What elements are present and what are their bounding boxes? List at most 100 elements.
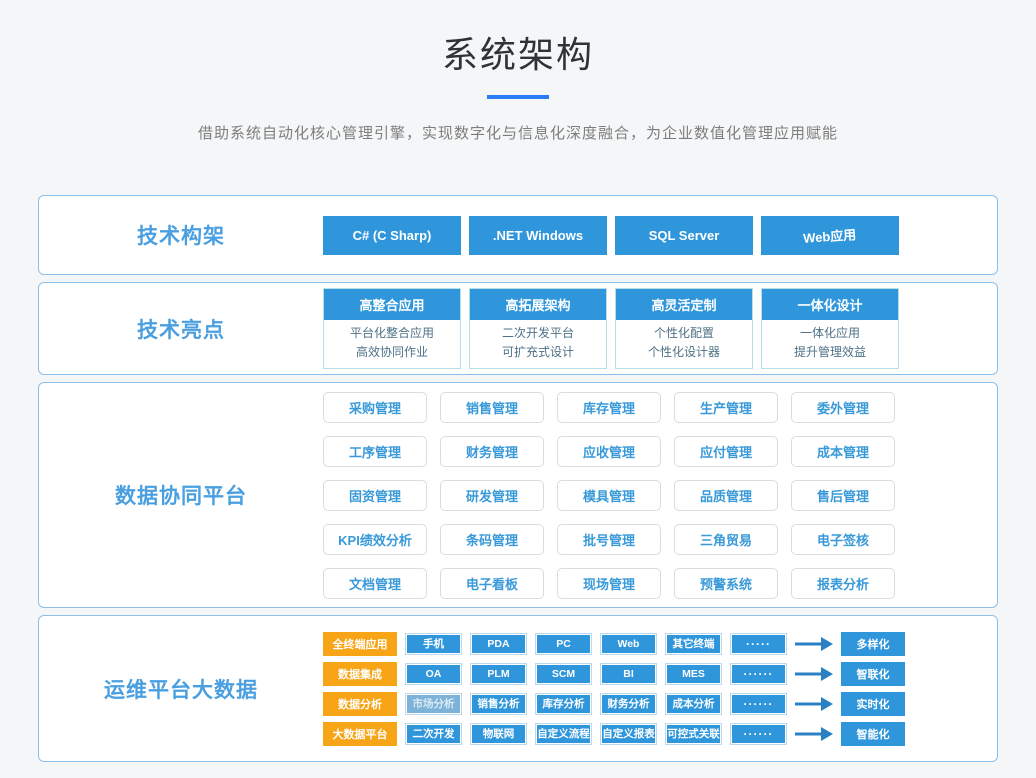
module-button: 现场管理: [557, 568, 661, 599]
item-button: 可控式关联: [665, 723, 722, 745]
category-label: 数据集成: [323, 662, 397, 686]
arrow-right-icon: [795, 697, 833, 711]
title-underline: [487, 95, 549, 99]
section-bigdata: 运维平台大数据 全终端应用 手机 PDA PC Web 其它终端 ····· 多…: [38, 615, 998, 762]
flow-row-analysis: 数据分析 市场分析 销售分析 库存分析 财务分析 成本分析 ······ 实时化: [323, 692, 905, 716]
module-button: 应收管理: [557, 436, 661, 467]
ellipsis-button: ······: [730, 663, 787, 685]
highlight-card: 高灵活定制 个性化配置 个性化设计器: [615, 288, 753, 369]
arrow-right-icon: [795, 637, 833, 651]
module-button: 应付管理: [674, 436, 778, 467]
section-platform-label: 数据协同平台: [39, 480, 323, 510]
item-button: SCM: [535, 663, 592, 685]
highlight-cards: 高整合应用 平台化整合应用 高效协同作业 高拓展架构 二次开发平台 可扩充式设计…: [323, 288, 899, 369]
item-button: 二次开发: [405, 723, 462, 745]
module-grid: 采购管理 销售管理 库存管理 生产管理 委外管理 工序管理 财务管理 应收管理 …: [323, 392, 895, 599]
section-tech-stack: 技术构架 C# (C Sharp) .NET Windows SQL Serve…: [38, 195, 998, 275]
category-label: 数据分析: [323, 692, 397, 716]
item-button: 销售分析: [470, 693, 527, 715]
flow-row-platform: 大数据平台 二次开发 物联网 自定义流程 自定义报表 可控式关联 ······ …: [323, 722, 905, 746]
result-button: 智能化: [841, 722, 905, 746]
module-button: 模具管理: [557, 480, 661, 511]
module-button: 品质管理: [674, 480, 778, 511]
module-button: 批号管理: [557, 524, 661, 555]
category-label: 全终端应用: [323, 632, 397, 656]
item-button: PDA: [470, 633, 527, 655]
item-button: 手机: [405, 633, 462, 655]
page-title: 系统架构: [38, 26, 998, 78]
section-bigdata-label: 运维平台大数据: [39, 674, 323, 704]
tech-stack-buttons: C# (C Sharp) .NET Windows SQL Server Web…: [323, 216, 899, 255]
card-line: 个性化配置: [616, 324, 752, 343]
item-button: 自定义流程: [535, 723, 592, 745]
card-title: 高灵活定制: [616, 289, 752, 320]
arrow-right-icon: [795, 727, 833, 741]
module-button: 财务管理: [440, 436, 544, 467]
item-button: 财务分析: [600, 693, 657, 715]
highlight-card: 高拓展架构 二次开发平台 可扩充式设计: [469, 288, 607, 369]
item-button: BI: [600, 663, 657, 685]
result-button: 实时化: [841, 692, 905, 716]
flow-row-terminals: 全终端应用 手机 PDA PC Web 其它终端 ····· 多样化: [323, 632, 905, 656]
item-button: 库存分析: [535, 693, 592, 715]
section-tech-stack-label: 技术构架: [39, 220, 323, 250]
flow-row-integration: 数据集成 OA PLM SCM BI MES ······ 智联化: [323, 662, 905, 686]
module-button: 研发管理: [440, 480, 544, 511]
module-button: 销售管理: [440, 392, 544, 423]
item-button: 物联网: [470, 723, 527, 745]
section-highlights-label: 技术亮点: [39, 314, 323, 344]
card-line: 平台化整合应用: [324, 324, 460, 343]
item-button: 成本分析: [665, 693, 722, 715]
card-line: 提升管理效益: [762, 343, 898, 362]
module-button: 委外管理: [791, 392, 895, 423]
item-button: 市场分析: [405, 693, 462, 715]
module-button: 报表分析: [791, 568, 895, 599]
module-button: 成本管理: [791, 436, 895, 467]
card-title: 高拓展架构: [470, 289, 606, 320]
module-button: 库存管理: [557, 392, 661, 423]
item-button: Web: [600, 633, 657, 655]
item-button: PC: [535, 633, 592, 655]
module-button: 固资管理: [323, 480, 427, 511]
module-button: 工序管理: [323, 436, 427, 467]
item-button: 其它终端: [665, 633, 722, 655]
module-button: 预警系统: [674, 568, 778, 599]
module-button: 三角贸易: [674, 524, 778, 555]
section-highlights: 技术亮点 高整合应用 平台化整合应用 高效协同作业 高拓展架构 二次开发平台 可…: [38, 282, 998, 375]
item-button: 自定义报表: [600, 723, 657, 745]
tech-button-csharp: C# (C Sharp): [323, 216, 461, 255]
page-header: 系统架构 借助系统自动化核心管理引擎，实现数字化与信息化深度融合，为企业数值化管…: [38, 0, 998, 143]
module-button: 电子签核: [791, 524, 895, 555]
module-button: 售后管理: [791, 480, 895, 511]
card-line: 个性化设计器: [616, 343, 752, 362]
tech-button-sqlserver: SQL Server: [615, 216, 753, 255]
page-subtitle: 借助系统自动化核心管理引擎，实现数字化与信息化深度融合，为企业数值化管理应用赋能: [38, 122, 998, 143]
card-line: 可扩充式设计: [470, 343, 606, 362]
category-label: 大数据平台: [323, 722, 397, 746]
flow-rows: 全终端应用 手机 PDA PC Web 其它终端 ····· 多样化 数据集成 …: [323, 632, 905, 746]
ellipsis-button: ······: [730, 693, 787, 715]
card-line: 高效协同作业: [324, 343, 460, 362]
module-button: 文档管理: [323, 568, 427, 599]
highlight-card: 高整合应用 平台化整合应用 高效协同作业: [323, 288, 461, 369]
tech-button-web: Web应用: [761, 216, 899, 255]
card-line: 二次开发平台: [470, 324, 606, 343]
section-platform: 数据协同平台 采购管理 销售管理 库存管理 生产管理 委外管理 工序管理 财务管…: [38, 382, 998, 608]
item-button: PLM: [470, 663, 527, 685]
module-button: 采购管理: [323, 392, 427, 423]
item-button: MES: [665, 663, 722, 685]
result-button: 多样化: [841, 632, 905, 656]
ellipsis-button: ·····: [730, 633, 787, 655]
result-button: 智联化: [841, 662, 905, 686]
card-line: 一体化应用: [762, 324, 898, 343]
module-button: 生产管理: [674, 392, 778, 423]
item-button: OA: [405, 663, 462, 685]
highlight-card: 一体化设计 一体化应用 提升管理效益: [761, 288, 899, 369]
arrow-right-icon: [795, 667, 833, 681]
tech-button-dotnet: .NET Windows: [469, 216, 607, 255]
module-button: 电子看板: [440, 568, 544, 599]
module-button: 条码管理: [440, 524, 544, 555]
card-title: 高整合应用: [324, 289, 460, 320]
module-button: KPI绩效分析: [323, 524, 427, 555]
card-title: 一体化设计: [762, 289, 898, 320]
